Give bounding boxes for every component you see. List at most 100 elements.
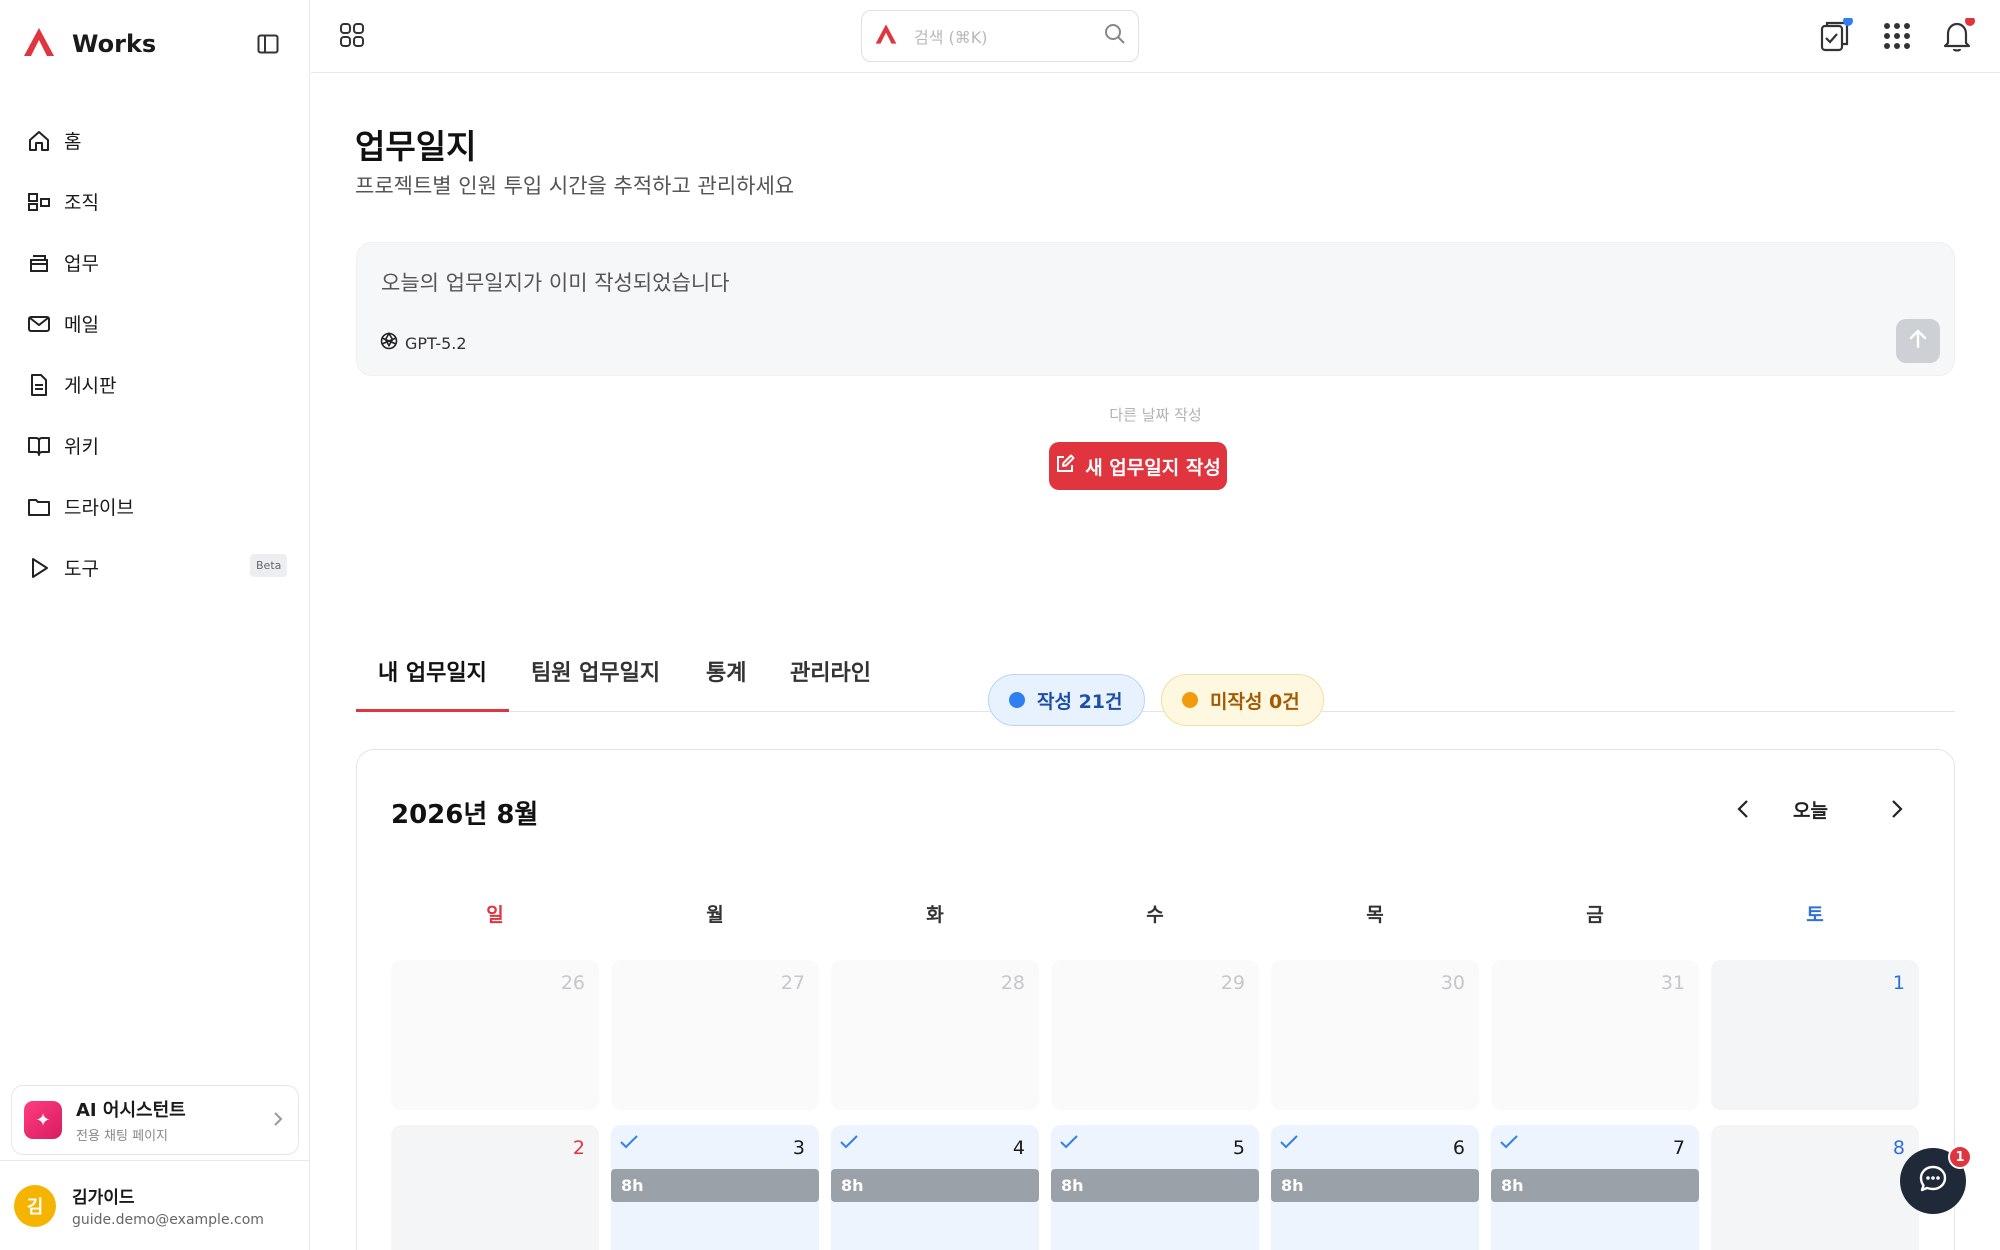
ai-assistant-title: AI 어시스턴트 <box>76 1100 186 1121</box>
day-number: 1 <box>1892 972 1905 994</box>
main-content: 업무일지 프로젝트별 인원 투입 시간을 추적하고 관리하세요 오늘의 업무일지… <box>311 74 2000 1250</box>
user-email: guide.demo@example.com <box>72 1212 264 1228</box>
prev-month-button[interactable] <box>1729 794 1759 824</box>
chat-unread-badge: 1 <box>1948 1145 1972 1169</box>
unwritten-count-badge[interactable]: 미작성 0건 <box>1161 674 1324 726</box>
check-icon <box>619 1133 639 1155</box>
calendar-day[interactable]: 2 <box>391 1125 599 1250</box>
beta-badge: Beta <box>250 554 288 577</box>
openai-icon <box>379 331 399 355</box>
home-icon <box>26 128 52 154</box>
sparkle-icon: ✦ <box>24 1101 62 1139</box>
tab-team-worklog[interactable]: 팀원 업무일지 <box>531 655 660 687</box>
calendar-day[interactable]: 31 <box>1491 960 1699 1110</box>
sidebar-toggle-icon[interactable] <box>254 30 282 58</box>
play-icon <box>26 555 52 581</box>
worklog-composer[interactable]: 오늘의 업무일지가 이미 작성되었습니다 GPT-5.2 <box>356 242 1955 376</box>
calendar-day[interactable]: 27 <box>611 960 819 1110</box>
calendar-month-title: 2026년 8월 <box>391 800 539 830</box>
sidebar-item-tasks[interactable]: 업무 <box>0 232 310 293</box>
calendar-day[interactable]: 5 8h <box>1051 1125 1259 1250</box>
tab-stats[interactable]: 통계 <box>706 655 746 687</box>
model-label: GPT-5.2 <box>405 333 467 353</box>
avatar: 김 <box>14 1184 56 1227</box>
brand[interactable]: Works <box>22 26 156 62</box>
sidebar-item-label: 메일 <box>64 314 99 336</box>
tab-management[interactable]: 관리라인 <box>790 655 871 687</box>
next-month-button[interactable] <box>1881 794 1911 824</box>
weekday-tue: 화 <box>926 904 944 926</box>
folder-icon <box>26 494 52 520</box>
hours-bar[interactable]: 8h <box>611 1169 819 1202</box>
calendar-day[interactable]: 30 <box>1271 960 1479 1110</box>
calendar-day[interactable]: 4 8h <box>831 1125 1039 1250</box>
calendar-day[interactable]: 26 <box>391 960 599 1110</box>
day-number: 28 <box>1000 972 1025 994</box>
brand-name: Works <box>72 30 157 58</box>
hours-bar[interactable]: 8h <box>831 1169 1039 1202</box>
calendar-day[interactable]: 6 8h <box>1271 1125 1479 1250</box>
written-count-badge[interactable]: 작성 21건 <box>988 674 1145 726</box>
search-input[interactable]: 검색 (⌘K) <box>861 10 1139 62</box>
ai-assistant-card[interactable]: ✦ AI 어시스턴트 전용 채팅 페이지 <box>11 1085 299 1155</box>
sidebar-item-label: 홈 <box>64 131 82 153</box>
check-icon <box>839 1133 859 1155</box>
task-check-icon[interactable] <box>1817 16 1853 54</box>
chat-bubble-icon <box>1917 1163 1949 1199</box>
day-number: 29 <box>1220 972 1245 994</box>
topbar: 검색 (⌘K) <box>311 0 2000 73</box>
bell-icon[interactable] <box>1939 16 1975 54</box>
day-number: 7 <box>1672 1137 1685 1159</box>
sidebar-item-mail[interactable]: 메일 <box>0 293 310 354</box>
day-number: 3 <box>792 1137 805 1159</box>
user-profile[interactable]: 김 김가이드 guide.demo@example.com <box>0 1160 310 1250</box>
sidebar-item-tools[interactable]: 도구 Beta <box>0 537 310 598</box>
day-number: 31 <box>1660 972 1685 994</box>
sidebar-item-label: 도구 <box>64 558 99 580</box>
day-number: 4 <box>1012 1137 1025 1159</box>
document-icon <box>26 372 52 398</box>
hours-bar[interactable]: 8h <box>1271 1169 1479 1202</box>
tab-my-worklog[interactable]: 내 업무일지 <box>378 655 487 687</box>
tab-bar: 내 업무일지 팀원 업무일지 통계 관리라인 <box>356 639 1955 712</box>
sidebar-item-label: 위키 <box>64 436 99 458</box>
sidebar-item-org[interactable]: 조직 <box>0 171 310 232</box>
mail-icon <box>26 311 52 337</box>
day-number: 26 <box>560 972 585 994</box>
day-number: 6 <box>1452 1137 1465 1159</box>
org-icon <box>26 189 52 215</box>
unwritten-dot <box>1182 692 1198 708</box>
today-button[interactable]: 오늘 <box>1793 796 1828 823</box>
calendar-day[interactable]: 8 <box>1711 1125 1919 1250</box>
weekday-mon: 월 <box>706 904 724 926</box>
sidebar-item-drive[interactable]: 드라이브 <box>0 476 310 537</box>
calendar-day[interactable]: 29 <box>1051 960 1259 1110</box>
new-worklog-label: 새 업무일지 작성 <box>1085 456 1221 479</box>
hours-bar[interactable]: 8h <box>1051 1169 1259 1202</box>
calendar-day[interactable]: 3 8h <box>611 1125 819 1250</box>
check-icon <box>1499 1133 1519 1155</box>
arrow-up-icon <box>1907 328 1929 354</box>
weekday-wed: 수 <box>1146 904 1164 926</box>
other-day-label[interactable]: 다른 날짜 작성 <box>311 404 2000 425</box>
tray-icon <box>26 250 52 276</box>
sidebar-item-home[interactable]: 홈 <box>0 110 310 171</box>
send-button[interactable] <box>1896 319 1940 363</box>
model-selector[interactable]: GPT-5.2 <box>379 331 467 355</box>
page-title: 업무일지 <box>355 127 477 166</box>
sidebar-item-board[interactable]: 게시판 <box>0 354 310 415</box>
user-name: 김가이드 <box>72 1188 135 1208</box>
sidebar-item-wiki[interactable]: 위키 <box>0 415 310 476</box>
hours-bar[interactable]: 8h <box>1491 1169 1699 1202</box>
new-worklog-button[interactable]: 새 업무일지 작성 <box>1049 442 1227 490</box>
calendar-day[interactable]: 28 <box>831 960 1039 1110</box>
app-launcher-icon[interactable] <box>1879 18 1915 54</box>
sidebar-nav: 홈 조직 업무 메일 게시판 위키 드라이브 도구 Beta <box>0 110 310 598</box>
chevron-right-icon <box>272 1110 284 1132</box>
calendar-day[interactable]: 1 <box>1711 960 1919 1110</box>
weekday-thu: 목 <box>1366 904 1384 926</box>
calendar-day[interactable]: 7 8h <box>1491 1125 1699 1250</box>
apps-grid-icon[interactable] <box>339 22 367 50</box>
edit-icon <box>1055 454 1075 479</box>
day-number: 27 <box>780 972 805 994</box>
